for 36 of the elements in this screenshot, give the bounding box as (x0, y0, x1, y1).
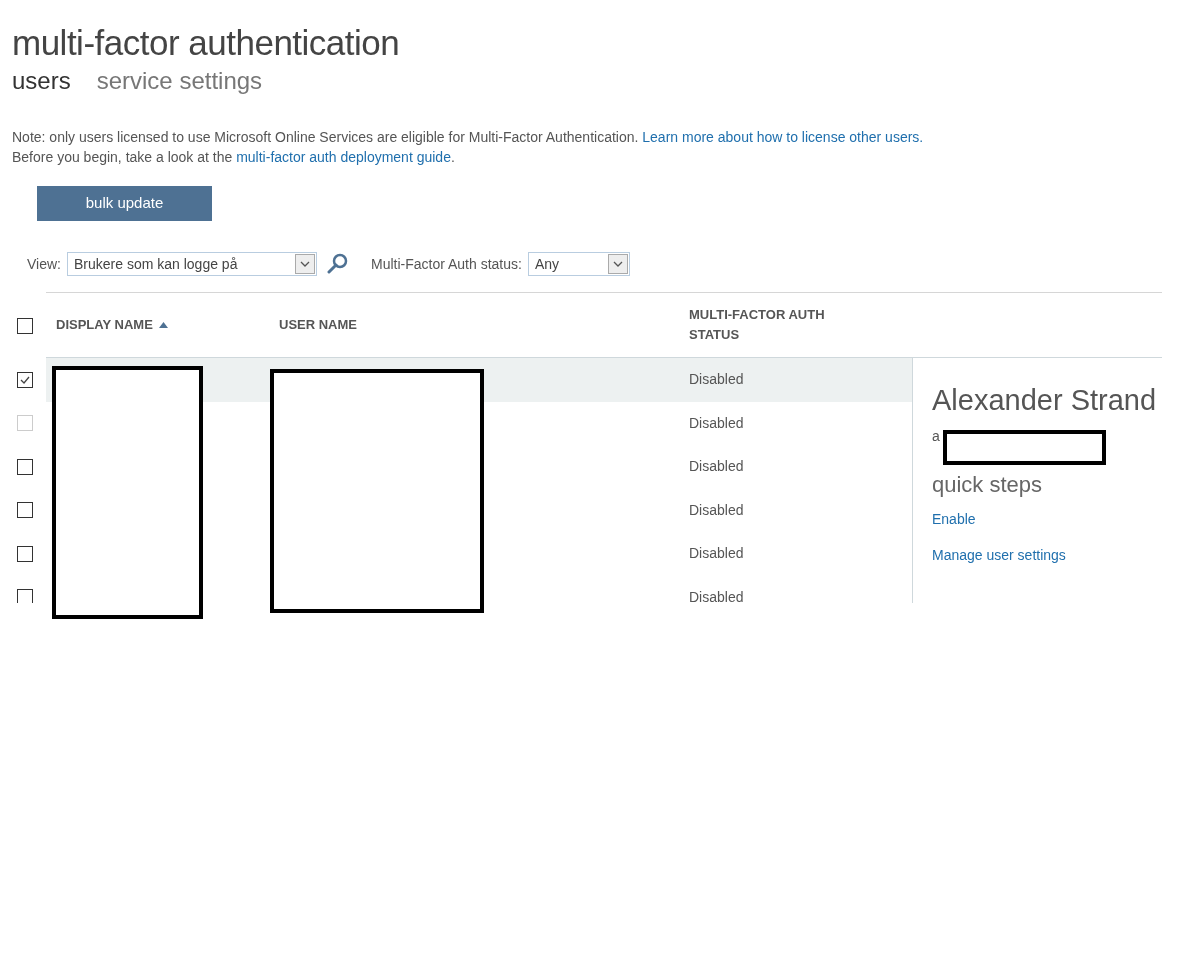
bulk-update-button[interactable]: bulk update (37, 186, 212, 221)
sort-ascending-icon (158, 322, 168, 328)
quick-step-link[interactable]: Enable (932, 509, 976, 530)
checkbox[interactable] (17, 502, 33, 519)
user-name-heading: Alexander Strand (932, 383, 1158, 418)
checkbox[interactable] (17, 589, 33, 603)
status-cell-text: Disabled (688, 500, 744, 520)
note-text: Before you begin, take a look at the multi-factor auth deployment guide. (12, 148, 456, 167)
status-cell-text: Disabled (688, 413, 744, 433)
status-cell-text: Disabled (688, 457, 744, 477)
page-title: multi-factor authentication (12, 22, 401, 64)
deployment-guide-link[interactable]: multi-factor auth deployment guide (236, 149, 451, 165)
status-cell-text: Disabled (688, 544, 744, 564)
view-label: View: (27, 254, 61, 274)
checkbox[interactable] (17, 545, 33, 562)
checkbox[interactable] (17, 458, 33, 475)
caret-icon (607, 254, 628, 274)
checkbox[interactable] (17, 317, 33, 334)
column-header[interactable]: MULTI-FACTOR AUTH STATUS (689, 305, 854, 345)
caret-icon (295, 254, 315, 274)
status-cell-text: Disabled (688, 587, 744, 603)
tab[interactable]: service settings (96, 66, 263, 96)
quick-steps-heading: quick steps (932, 471, 1043, 499)
checkbox[interactable] (17, 371, 33, 388)
dropdown[interactable]: Brukere som kan logge på (67, 252, 317, 276)
license-link[interactable]: Learn more about how to license other users. (642, 129, 924, 145)
user-email: a (932, 427, 940, 446)
column-header[interactable]: DISPLAY NAME (56, 315, 168, 335)
status-cell-text: Disabled (688, 370, 744, 390)
quick-step-link[interactable]: Manage user settings (932, 545, 1066, 566)
status-filter-label: Multi-Factor Auth status: (371, 254, 522, 274)
column-header[interactable]: USER NAME (279, 315, 357, 335)
note-text: Note: only users licensed to use Microsoft Online Services are eligible for Multi-Factor Authentication. Learn more about how to license other users. (12, 128, 925, 147)
tab[interactable]: users (12, 66, 71, 96)
dropdown[interactable]: Any (527, 252, 630, 276)
search-icon[interactable] (327, 253, 349, 275)
